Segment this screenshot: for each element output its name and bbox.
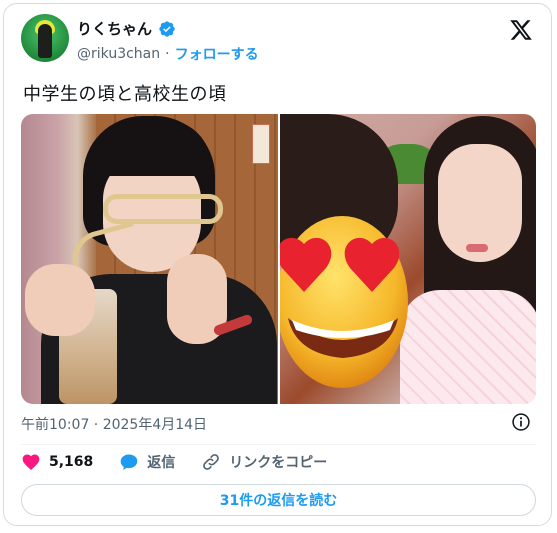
copy-link-label: リンクをコピー [229,455,328,471]
media-grid [21,114,536,404]
handle-row: @riku3chan · フォローする [77,44,259,64]
like-count: 5,168 [49,454,94,470]
follow-button[interactable]: フォローする [175,44,259,64]
separator-dot: · [165,46,170,62]
timestamp[interactable]: 午前10:07 · 2025年4月14日 [21,414,207,434]
read-replies-button[interactable]: 31件の返信を読む [21,484,536,516]
divider [21,444,536,445]
info-icon[interactable] [511,412,531,432]
photo-middle-school[interactable] [21,114,278,404]
verified-badge-icon [159,20,175,37]
link-icon [203,454,220,470]
tweet-card: りくちゃん @riku3chan · フォローする 中学生の頃と高校生の頃 午前… [3,3,552,526]
copy-link-button[interactable]: リンクをコピー [201,452,327,472]
action-bar: 5,168 返信 リンクをコピー [21,452,353,472]
photo-high-school[interactable] [279,114,536,404]
reply-bubble-icon [120,454,138,470]
reply-button[interactable]: 返信 [119,452,175,472]
like-button[interactable]: 5,168 [21,452,93,472]
display-name[interactable]: りくちゃん [77,18,152,39]
heart-icon [22,454,40,470]
reply-label: 返信 [147,455,176,471]
avatar[interactable] [21,14,69,62]
heart-eyes-emoji-icon [279,214,416,388]
tweet-text: 中学生の頃と高校生の頃 [23,84,227,105]
author-name-row: りくちゃん [77,18,176,39]
handle[interactable]: @riku3chan [77,46,160,62]
x-logo-icon[interactable] [509,18,533,42]
